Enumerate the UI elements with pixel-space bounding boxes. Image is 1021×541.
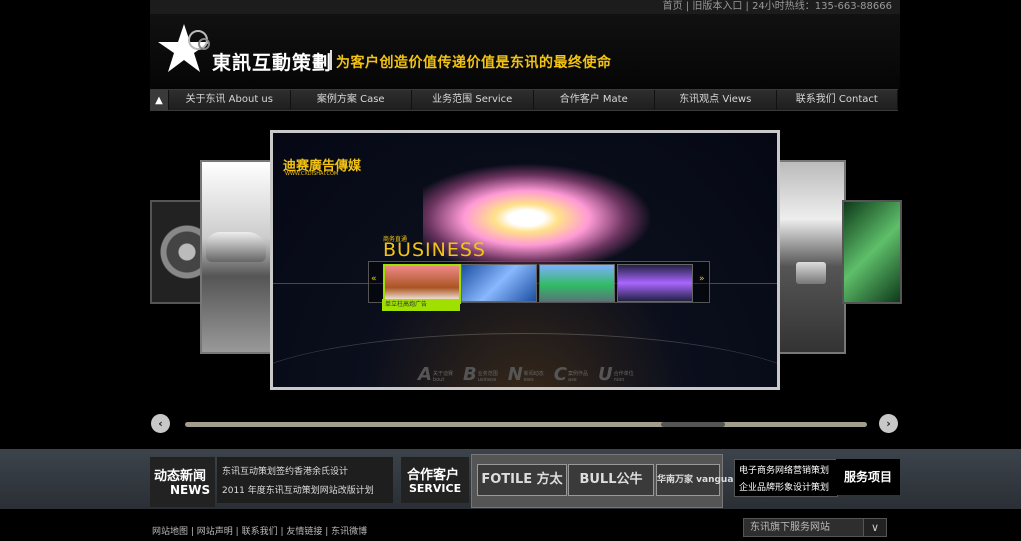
site-header: 東訊互動策劃 为客户创造价值传递价值是东讯的最终使命 xyxy=(150,14,900,89)
partner-vanguard[interactable]: 华南万家 vanguard xyxy=(656,464,744,496)
top-links: 首页 | 旧版本入口 | 24小时热线：135-663-88666 xyxy=(662,1,892,12)
carousel-card-wheel[interactable] xyxy=(150,200,204,304)
nav-service[interactable]: 业务范围 Service xyxy=(412,90,534,110)
logo-divider xyxy=(330,50,332,70)
news-item[interactable]: 2011 年度东讯互动策划网站改版计划 xyxy=(222,483,374,496)
logo-text[interactable]: 東訊互動策劃 xyxy=(212,48,332,75)
nav-views[interactable]: 东讯观点 Views xyxy=(655,90,777,110)
slogan: 为客户创造价值传递价值是东讯的最终使命 xyxy=(336,55,612,71)
news-title-cn: 动态新闻 xyxy=(154,469,207,484)
card-menu-news[interactable]: N 新闻动态 ews xyxy=(508,366,544,384)
hotline-text: 24小时热线：135-663-88666 xyxy=(752,1,892,12)
top-bar: 首页 | 旧版本入口 | 24小时热线：135-663-88666 xyxy=(150,0,900,14)
news-section-title: 动态新闻 NEWS xyxy=(150,457,215,507)
logo-star-icon xyxy=(158,24,210,72)
car-image xyxy=(206,232,266,262)
thumbnail-strip: « » xyxy=(368,261,710,304)
card-menu-case[interactable]: C 案例作品 ase xyxy=(554,366,588,384)
card-menu-business[interactable]: B 业务范围 usiness xyxy=(463,366,498,384)
chevron-down-icon[interactable]: ∨ xyxy=(863,519,886,536)
scroll-track[interactable] xyxy=(185,422,867,427)
card-menu: A 关于迪赛 bout B 业务范围 usiness N 新闻动态 ews C 案例作… xyxy=(418,366,634,384)
business-label: BUSINESS xyxy=(383,239,486,261)
carousel-card-kitchen[interactable] xyxy=(776,160,846,354)
business-item[interactable]: 电子商务网络营销策划 xyxy=(739,463,829,476)
carousel-card-car[interactable] xyxy=(200,160,272,354)
footer-sitemap-link[interactable]: 网站地图 xyxy=(152,527,188,537)
footer-friend-link[interactable]: 友情链接 xyxy=(286,527,322,537)
old-version-link[interactable]: 旧版本入口 xyxy=(692,1,742,12)
thumbnail-interchange[interactable] xyxy=(539,264,615,302)
business-section-title: 服务项目 xyxy=(836,459,900,495)
nav-mate[interactable]: 合作客户 Mate xyxy=(533,90,655,110)
business-list: 电子商务网络营销策划 企业品牌形象设计策划 xyxy=(734,459,838,497)
service-site-select-label: 东讯旗下服务网站 xyxy=(750,522,830,533)
service-title-cn: 合作客户 xyxy=(407,468,460,483)
scroll-left-button[interactable]: ‹ xyxy=(151,414,170,433)
home-link[interactable]: 首页 xyxy=(663,1,683,12)
pot-image xyxy=(796,262,826,284)
card-menu-about[interactable]: A 关于迪赛 bout xyxy=(418,366,453,384)
footer-contact-link[interactable]: 联系我们 xyxy=(242,527,278,537)
footer-links: 网站地图 | 网站声明 | 联系我们 | 友情链接 | 东讯微博 xyxy=(152,527,368,537)
partner-bull[interactable]: BULL公牛 xyxy=(568,464,654,496)
scroll-right-button[interactable]: › xyxy=(879,414,898,433)
thumbnail-sign[interactable] xyxy=(461,264,537,302)
home-arrow-icon[interactable]: ▲ xyxy=(150,90,169,110)
thumbnail-billboard[interactable] xyxy=(383,264,461,304)
main-nav: ▲ 关于东讯 About us 案例方案 Case 业务范围 Service 合… xyxy=(150,89,898,111)
thumbnail-tower[interactable] xyxy=(617,264,693,302)
news-item[interactable]: 东讯互动策划签约香港余氏设计 xyxy=(222,464,348,477)
news-title-en: NEWS xyxy=(170,483,211,497)
scroll-thumb[interactable] xyxy=(661,422,725,427)
footer-weibo-link[interactable]: 东讯微博 xyxy=(331,527,367,537)
partner-logos: FOTILE 方太 BULL公牛 华南万家 vanguard xyxy=(471,454,744,508)
partner-fotile[interactable]: FOTILE 方太 xyxy=(477,464,567,496)
service-title-en: SERVICE xyxy=(409,482,462,495)
thumb-prev-icon[interactable]: « xyxy=(371,274,377,284)
featured-brand-url: WWW.CXDISHAI.COM xyxy=(285,171,339,177)
nav-contact[interactable]: 联系我们 Contact xyxy=(776,90,898,110)
nav-about[interactable]: 关于东讯 About us xyxy=(169,90,291,110)
nav-case[interactable]: 案例方案 Case xyxy=(290,90,412,110)
news-list: 东讯互动策划签约香港余氏设计 2011 年度东讯互动策划网站改版计划 xyxy=(217,457,393,503)
card-menu-union[interactable]: U 合作单位 nion xyxy=(598,366,634,384)
service-site-select[interactable]: 东讯旗下服务网站 ∨ xyxy=(743,518,887,537)
footer-statement-link[interactable]: 网站声明 xyxy=(197,527,233,537)
thumbnail-caption: 单立柱高炮广告 xyxy=(382,299,460,311)
service-section-title: 合作客户 SERVICE xyxy=(401,457,469,503)
carousel-card-green[interactable] xyxy=(842,200,902,304)
thumb-next-icon[interactable]: » xyxy=(699,274,705,284)
business-item[interactable]: 企业品牌形象设计策划 xyxy=(739,480,829,493)
carousel-main-card[interactable]: 迪赛廣告傳媒 WWW.CXDISHAI.COM 商务直通 BUSINESS « … xyxy=(270,130,780,390)
